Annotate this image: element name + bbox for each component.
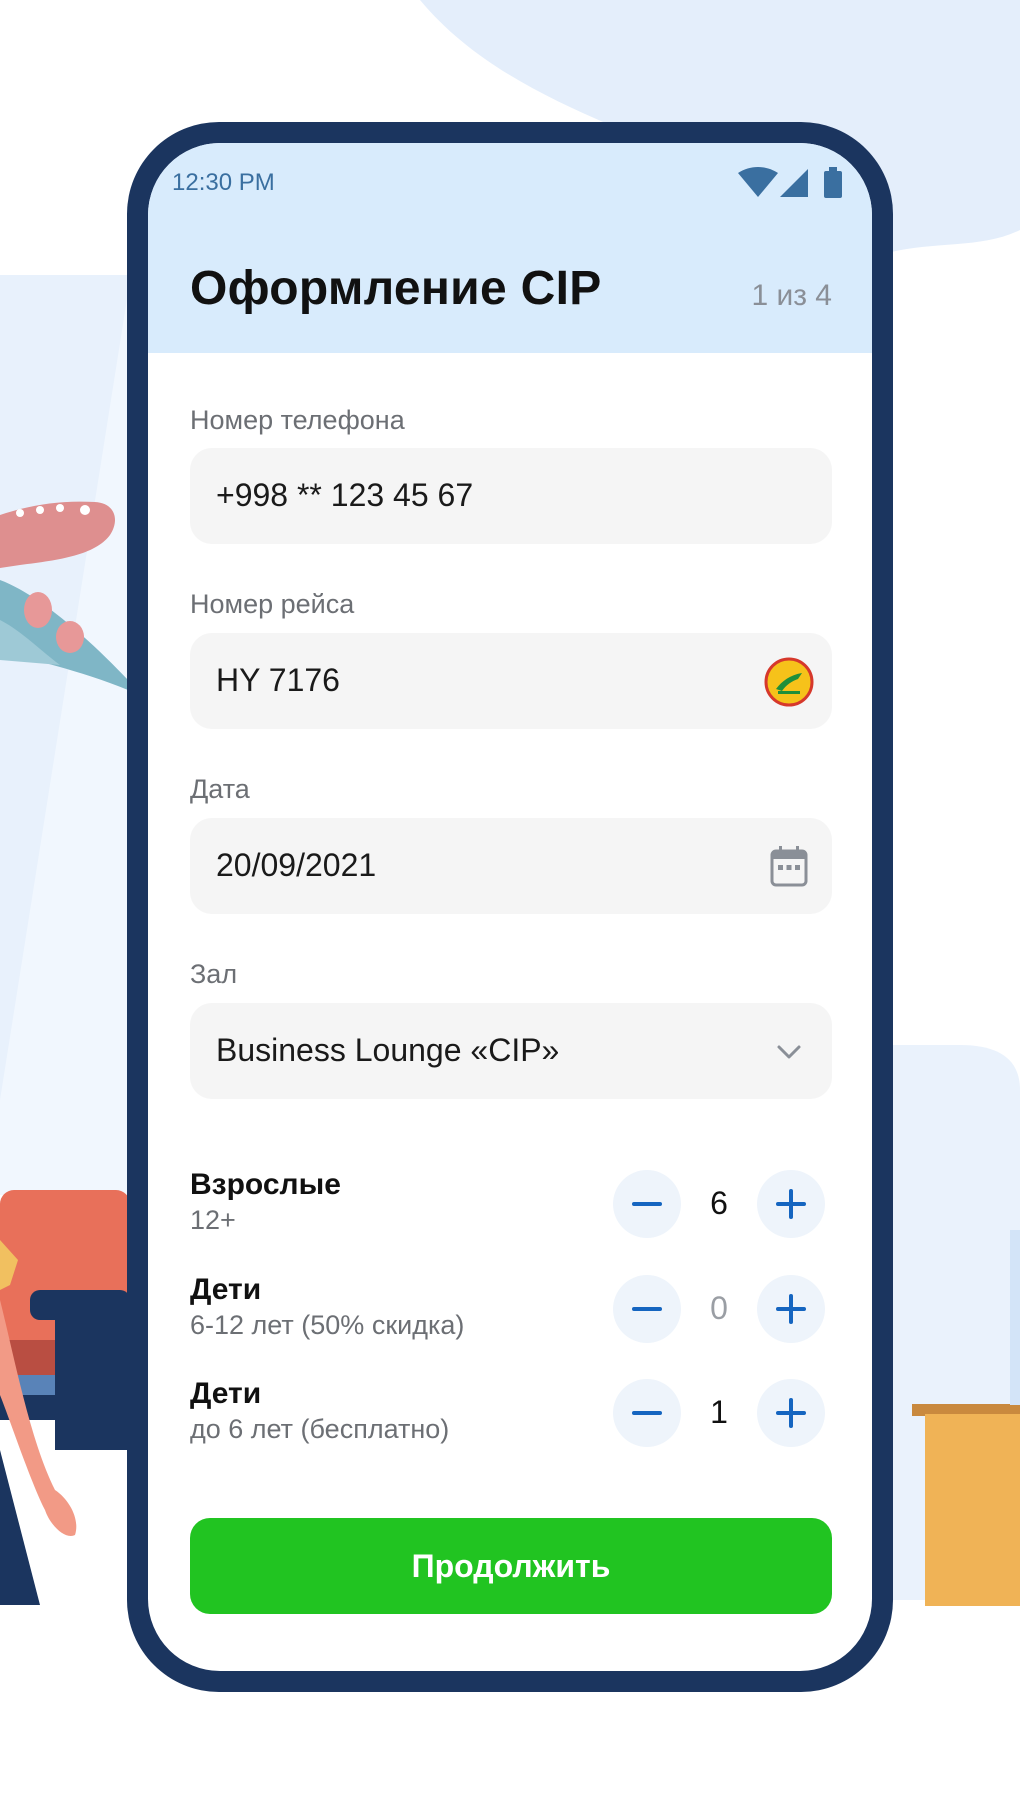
counter-title: Взрослые xyxy=(190,1168,341,1201)
minus-icon xyxy=(632,1411,662,1415)
phone-label: Номер телефона xyxy=(190,405,405,435)
decrement-button[interactable] xyxy=(613,1275,681,1343)
counter-subtitle: до 6 лет (бесплатно) xyxy=(190,1414,450,1444)
counter-title: Дети xyxy=(190,1273,262,1306)
hall-label: Зал xyxy=(190,959,238,989)
signal-icon xyxy=(780,169,808,197)
counter-subtitle: 12+ xyxy=(190,1205,236,1235)
calendar-icon[interactable] xyxy=(764,842,814,892)
plus-icon xyxy=(776,1189,806,1219)
continue-label: Продолжить xyxy=(411,1548,611,1584)
phone-screen: 12:30 PM Оформление CIP 1 из 4 Номер тел… xyxy=(148,143,872,1671)
increment-button[interactable] xyxy=(757,1275,825,1343)
date-label: Дата xyxy=(190,774,250,804)
counter-value: 0 xyxy=(710,1290,728,1326)
increment-button[interactable] xyxy=(757,1379,825,1447)
phone-value: +998 ** 123 45 67 xyxy=(216,477,474,513)
step-indicator: 1 из 4 xyxy=(751,279,832,312)
status-icons xyxy=(738,167,842,198)
hall-value: Business Lounge «CIP» xyxy=(216,1032,560,1068)
plus-icon xyxy=(776,1398,806,1428)
counter-subtitle: 6-12 лет (50% скидка) xyxy=(190,1310,465,1340)
increment-button[interactable] xyxy=(757,1170,825,1238)
wifi-icon xyxy=(738,167,778,197)
battery-icon xyxy=(824,167,842,198)
counter-title: Дети xyxy=(190,1377,262,1410)
decrement-button[interactable] xyxy=(613,1170,681,1238)
hall-select[interactable]: Business Lounge «CIP» xyxy=(190,1003,832,1099)
page-title: Оформление CIP xyxy=(190,262,602,315)
chevron-down-icon xyxy=(777,1045,801,1059)
header: 12:30 PM Оформление CIP 1 из 4 xyxy=(148,143,872,353)
decrement-button[interactable] xyxy=(613,1379,681,1447)
minus-icon xyxy=(632,1202,662,1206)
counter-value: 6 xyxy=(710,1185,728,1221)
flight-label: Номер рейса xyxy=(190,589,355,619)
status-time: 12:30 PM xyxy=(172,169,275,196)
date-value: 20/09/2021 xyxy=(216,847,377,883)
flight-field[interactable]: HY 7176 xyxy=(190,633,832,729)
airline-logo-icon xyxy=(764,657,814,707)
continue-button[interactable]: Продолжить xyxy=(190,1518,832,1614)
flight-value: HY 7176 xyxy=(216,662,340,698)
minus-icon xyxy=(632,1307,662,1311)
phone-field[interactable]: +998 ** 123 45 67 xyxy=(190,448,832,544)
counter-value: 1 xyxy=(710,1394,728,1430)
plus-icon xyxy=(776,1294,806,1324)
date-field[interactable]: 20/09/2021 xyxy=(190,818,832,914)
